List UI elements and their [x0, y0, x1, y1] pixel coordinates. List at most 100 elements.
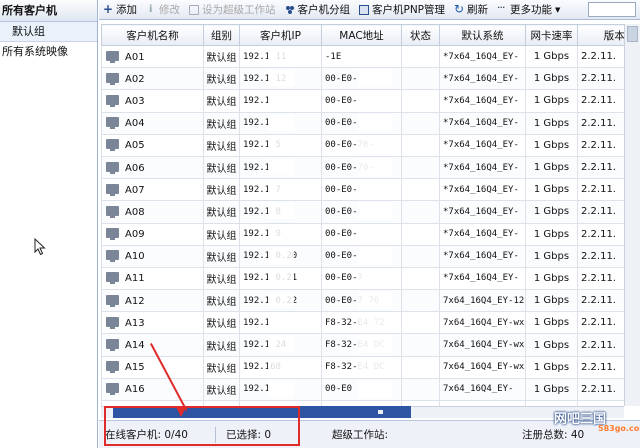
cell-status	[401, 311, 440, 335]
table-row[interactable]: A06 默认组 192.1 00-E0-70- *7x64_16Q4_EY- 1 Gbps…	[101, 155, 640, 180]
modify-button[interactable]: 修改	[146, 2, 180, 17]
cell-ip: 192.1 0.22	[239, 289, 322, 313]
cell-mac: 00-E0-7 76	[321, 289, 402, 313]
cell-nic-speed: 1 Gbps	[525, 44, 578, 69]
column-header-name[interactable]: 客户机名称	[101, 24, 204, 46]
cell-ip: 192.1	[239, 89, 322, 113]
cell-default-os: *7x64_16Q4_EY-	[439, 200, 526, 224]
cell-ip: 192.1 7	[239, 178, 322, 202]
cell-mac: F8-32-E4 DC	[321, 333, 402, 357]
cell-name: A10	[101, 244, 204, 268]
cell-default-os: *7x64_16Q4_EY-	[439, 67, 526, 91]
column-header-group[interactable]: 组别	[203, 24, 240, 46]
tree-item-default-group[interactable]: 默认组	[0, 22, 97, 42]
table-row[interactable]: A02 默认组 192.1 12 00-E0- *7x64_16Q4_EY- 1 Gbps…	[101, 67, 640, 91]
column-header-nic-speed[interactable]: 网卡速率	[525, 24, 578, 46]
cell-nic-speed: 1 Gbps	[525, 178, 578, 202]
cell-default-os: 7x64_16Q4_EY-wx2	[439, 311, 526, 335]
cell-status	[401, 200, 440, 224]
table-row[interactable]: A16 默认组 192.1 00-E0 7x64_16Q4_EY- 1 Gbps 2.2.1…	[101, 377, 640, 402]
cell-name: A01	[101, 44, 204, 69]
cell-status	[401, 377, 440, 402]
set-super-station-button[interactable]: 设为超级工作站	[189, 2, 276, 17]
watermark-site: 583go.com	[598, 424, 640, 433]
tree-root-all-clients[interactable]: 所有客户机	[0, 0, 97, 22]
table-row[interactable]: A12 默认组 192.1 0.22 00-E0-7 76 7x64_16Q4_EY-1…	[101, 289, 640, 313]
cell-status	[401, 222, 440, 246]
cell-group: 默认组	[203, 311, 240, 335]
cell-mac: 00-E0-	[321, 244, 402, 268]
computer-icon	[106, 117, 119, 130]
cell-nic-speed: 1 Gbps	[525, 355, 578, 379]
scroll-grip-icon	[378, 410, 383, 414]
vertical-scrollbar[interactable]	[624, 24, 640, 406]
cell-group: 默认组	[203, 200, 240, 224]
group-icon	[285, 5, 295, 15]
cell-default-os: 7x64_16Q4_EY-	[439, 377, 526, 402]
cell-group: 默认组	[203, 89, 240, 113]
cell-ip: 192.1 9	[239, 222, 322, 246]
plus-icon	[103, 2, 113, 16]
annotation-box	[104, 406, 300, 446]
table-row[interactable]: A05 默认组 192.1 5 00-E0-70- *7x64_16Q4_EY- 1 Gb…	[101, 133, 640, 157]
computer-icon	[106, 183, 119, 196]
client-group-button[interactable]: 客户机分组	[285, 2, 350, 17]
cell-mac: 00-E0-7	[321, 266, 402, 291]
cell-mac: F8-32-E4 DC	[321, 355, 402, 379]
table-row[interactable]: A01 默认组 192.1 11 -1E *7x64_16Q4_EY- 1 Gbps 2.…	[101, 44, 640, 69]
cell-name: A08	[101, 200, 204, 224]
column-header-mac[interactable]: MAC地址	[321, 24, 402, 46]
table-row[interactable]: A09 默认组 192.1 9 00-E0- *7x64_16Q4_EY- 1 Gbps 2…	[101, 222, 640, 246]
table-row[interactable]: A14 默认组 192.1 24 F8-32-E4 DC 7x64_16Q4_EY-wx…	[101, 333, 640, 357]
table-row[interactable]: A11 默认组 192.1 0.21 00-E0-7 *7x64_16Q4_EY- 1 G…	[101, 266, 640, 291]
cell-mac: 00-E0-70-	[321, 155, 402, 180]
refresh-button[interactable]: 刷新	[454, 2, 488, 17]
cell-nic-speed: 1 Gbps	[525, 200, 578, 224]
table-row[interactable]: A10 默认组 192.1 0.20 00-E0- *7x64_16Q4_EY- 1 Gb…	[101, 244, 640, 268]
scroll-up-arrow[interactable]	[627, 26, 638, 42]
cell-status	[401, 333, 440, 357]
client-pnp-button[interactable]: 客户机PNP管理	[359, 2, 445, 17]
cell-nic-speed: 1 Gbps	[525, 289, 578, 313]
cell-default-os: *7x64_16Q4_EY-	[439, 111, 526, 135]
add-button[interactable]: 添加	[103, 2, 137, 17]
cell-name: A13	[101, 311, 204, 335]
cell-nic-speed: 1 Gbps	[525, 67, 578, 91]
tree-item-all-images[interactable]: 所有系统映像	[0, 42, 97, 62]
cell-default-os: *7x64_16Q4_EY-	[439, 44, 526, 69]
table-row[interactable]: A15 默认组 192.168 F8-32-E4 DC 7x64_16Q4_EY-wx2…	[101, 355, 640, 379]
cell-nic-speed: 1 Gbps	[525, 311, 578, 335]
column-header-status[interactable]: 状态	[401, 24, 440, 46]
cell-status	[401, 44, 440, 69]
cell-status	[401, 289, 440, 313]
cell-name: A05	[101, 133, 204, 157]
cell-group: 默认组	[203, 133, 240, 157]
cell-status	[401, 67, 440, 91]
cell-default-os: *7x64_16Q4_EY-	[439, 222, 526, 246]
table-row[interactable]: A07 默认组 192.1 7 00-E0- *7x64_16Q4_EY- 1 Gbps 2…	[101, 178, 640, 202]
cell-name: A12	[101, 289, 204, 313]
cell-nic-speed: 1 Gbps	[525, 377, 578, 402]
mouse-cursor-icon	[34, 238, 46, 256]
cell-mac: 00-E0-70-	[321, 133, 402, 157]
table-row[interactable]: A03 默认组 192.1 00-E0- *7x64_16Q4_EY- 1 Gbps 2.2…	[101, 89, 640, 113]
cell-name: A04	[101, 111, 204, 135]
table-row[interactable]: A13 默认组 192.1 F8-32-E4 72 7x64_16Q4_EY-wx2 1 …	[101, 311, 640, 335]
search-input[interactable]	[588, 2, 636, 17]
refresh-icon	[454, 2, 464, 16]
table-row[interactable]: A08 默认组 192.1 8 00-E0- *7x64_16Q4_EY- 1 Gbps 2…	[101, 200, 640, 224]
table-row[interactable]: A04 默认组 192.1 00-E0- *7x64_16Q4_EY- 1 Gbps 2.2…	[101, 111, 640, 135]
computer-icon	[106, 316, 119, 329]
column-header-ip[interactable]: 客户机IP	[239, 24, 322, 46]
tree-item-label: 所有系统映像	[2, 45, 68, 58]
client-table: 客户机名称 组别 客户机IP MAC地址 状态 默认系统 网卡速率 版本号 A0…	[101, 24, 640, 406]
cell-nic-speed: 1 Gbps	[525, 89, 578, 113]
cell-nic-speed: 1 Gbps	[525, 244, 578, 268]
more-functions-button[interactable]: 更多功能▼	[497, 1, 560, 17]
cell-nic-speed: 1 Gbps	[525, 222, 578, 246]
column-header-default-os[interactable]: 默认系统	[439, 24, 526, 46]
cell-default-os: 7x64_16Q4_EY-wx2	[439, 333, 526, 357]
cell-status	[401, 266, 440, 291]
cell-group: 默认组	[203, 377, 240, 402]
cell-status	[401, 111, 440, 135]
